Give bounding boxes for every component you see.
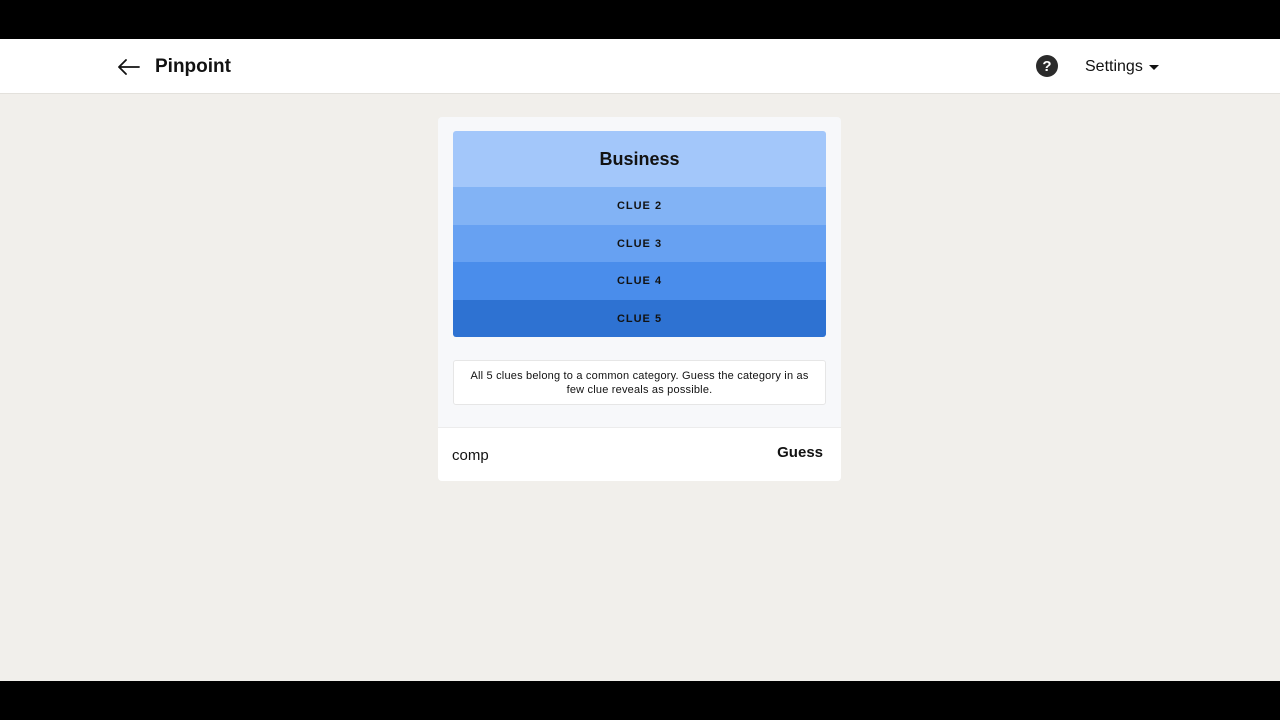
clue-5: CLUE 5 <box>453 300 826 337</box>
question-circle-icon: ? <box>1042 57 1052 75</box>
help-button[interactable]: ? <box>1036 55 1058 77</box>
guess-input[interactable] <box>452 442 752 468</box>
instructions-text: All 5 clues belong to a common category.… <box>453 360 826 405</box>
clue-3: CLUE 3 <box>453 225 826 262</box>
arrow-left-icon <box>118 59 140 75</box>
letterbox-top <box>0 0 1280 39</box>
caret-down-icon <box>1148 64 1159 70</box>
settings-dropdown[interactable]: Settings <box>1085 58 1159 76</box>
game-card: Business CLUE 2 CLUE 3 CLUE 4 CLUE 5 All… <box>438 117 841 481</box>
clue-1-revealed: Business <box>453 131 826 187</box>
clue-2: CLUE 2 <box>453 187 826 225</box>
guess-button[interactable]: Guess <box>777 444 823 461</box>
header: Pinpoint ? Settings <box>0 39 1280 94</box>
back-button[interactable] <box>114 52 144 82</box>
clue-4: CLUE 4 <box>453 262 826 300</box>
page-title: Pinpoint <box>155 56 231 77</box>
settings-label: Settings <box>1085 58 1143 75</box>
clue-list: Business CLUE 2 CLUE 3 CLUE 4 CLUE 5 <box>453 131 826 337</box>
app: Pinpoint ? Settings Business CLUE 2 CLUE… <box>0 39 1280 681</box>
guess-bar: Guess <box>438 427 841 481</box>
letterbox-bottom <box>0 681 1280 720</box>
